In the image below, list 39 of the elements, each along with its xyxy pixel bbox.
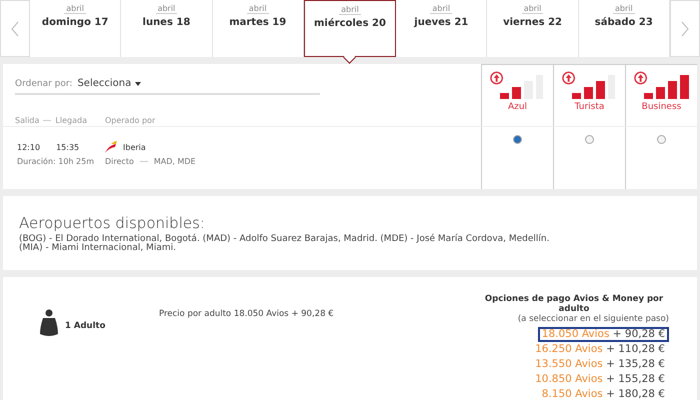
person-icon bbox=[39, 308, 59, 337]
fare-name: Azul bbox=[508, 102, 528, 112]
arrival-time: 15:35 bbox=[56, 142, 80, 152]
fare-radio[interactable] bbox=[513, 135, 522, 144]
airports-title: Aeropuertos disponibles: bbox=[19, 214, 206, 232]
upgrade-icon bbox=[634, 71, 647, 85]
airports-text: (BOG) - El Dorado International, Bogotá. (MAD) - Adolfo Suarez Barajas, Madrid. (MDE) - José María Cordova, Medellín. bbox=[19, 235, 550, 244]
payment-option[interactable]: 8.150 Avios + 180,28 € bbox=[538, 386, 669, 400]
caret-icon bbox=[135, 82, 142, 86]
departure-time: 12:10 bbox=[17, 142, 40, 152]
column-header: Salida bbox=[15, 116, 40, 125]
payment-option[interactable]: 16.250 Avios + 110,28 € bbox=[531, 342, 669, 357]
fare-name: Turista bbox=[574, 102, 604, 112]
fare-name: Business bbox=[642, 102, 682, 112]
chevron-right-icon bbox=[680, 20, 689, 36]
previous-button[interactable] bbox=[0, 0, 30, 57]
payment-option[interactable]: 10.850 Avios + 155,28 € bbox=[531, 372, 669, 387]
next-button[interactable] bbox=[670, 0, 700, 57]
column-header: Operado por bbox=[104, 116, 156, 125]
chevron-left-icon bbox=[11, 20, 19, 36]
fare-radio[interactable] bbox=[657, 135, 666, 144]
column-header: Llegada bbox=[55, 116, 87, 125]
sort-label: Ordenar por: bbox=[15, 78, 72, 88]
payment-note: (a seleccionar en el siguiente paso) bbox=[518, 314, 669, 324]
upgrade-icon bbox=[562, 71, 575, 85]
passenger-count: 1 Adulto bbox=[65, 320, 106, 331]
payment-option[interactable]: 13.550 Avios + 135,28 € bbox=[531, 356, 669, 372]
payment-title: Opciones de pago Avios & Money por adulto bbox=[484, 294, 664, 314]
stops: Directo bbox=[105, 157, 134, 166]
airline-logo-icon bbox=[105, 141, 117, 153]
fare-radio[interactable] bbox=[585, 135, 594, 144]
payment-option[interactable]: 18.050 Avios + 90,28 € bbox=[538, 326, 669, 342]
sort-dropdown[interactable]: Selecciona bbox=[77, 78, 142, 89]
upgrade-icon bbox=[490, 71, 503, 85]
airports-text: (MIA) - Miami Internacional, Miami. bbox=[19, 244, 177, 254]
duration: Duración: 10h 25m bbox=[17, 157, 96, 166]
airline-name: Iberia bbox=[123, 142, 146, 152]
price-per-adult: Precio por adulto 18.050 Avios + 90,28 € bbox=[159, 308, 334, 319]
route: MAD, MDE bbox=[154, 157, 196, 166]
